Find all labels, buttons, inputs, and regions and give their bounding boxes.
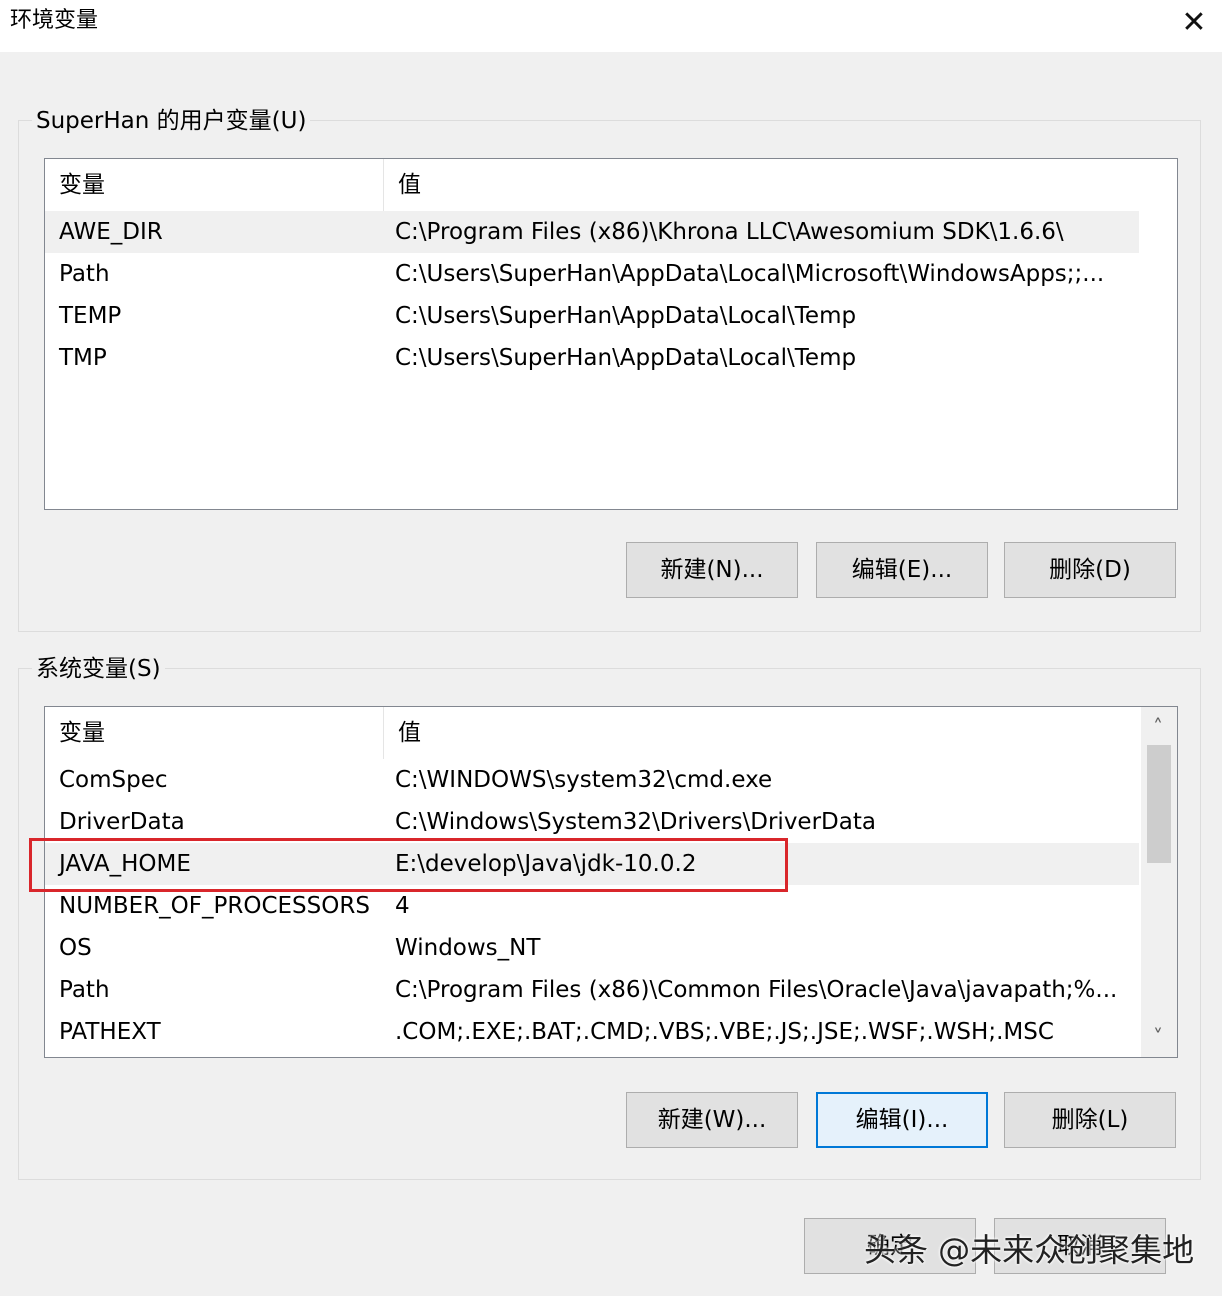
variable-name: Path [59,261,110,287]
scroll-up-icon[interactable]: ˄ [1141,709,1175,745]
system-edit-button[interactable]: 编辑(I)... [816,1092,988,1148]
list-header: 变量 值 [45,707,1139,759]
vertical-scrollbar[interactable]: ˄ ˅ [1141,707,1177,1057]
variable-value: C:\Program Files (x86)\Khrona LLC\Awesom… [395,219,1064,245]
variable-value: .COM;.EXE;.BAT;.CMD;.VBS;.VBE;.JS;.JSE;.… [395,1019,1054,1045]
system-vars-label: 系统变量(S) [32,654,165,684]
column-header-variable[interactable]: 变量 [45,159,383,211]
user-edit-button[interactable]: 编辑(E)... [816,542,988,598]
variable-name: ComSpec [59,767,168,793]
variable-value: C:\Users\SuperHan\AppData\Local\Microsof… [395,261,1105,287]
user-delete-button[interactable]: 删除(D) [1004,542,1176,598]
variable-value: C:\Windows\System32\Drivers\DriverData [395,809,876,835]
variable-value: C:\Program Files (x86)\Common Files\Orac… [395,977,1118,1003]
column-header-variable[interactable]: 变量 [45,707,383,759]
table-row[interactable]: OS Windows_NT [45,927,1139,969]
scroll-down-icon[interactable]: ˅ [1141,1019,1175,1055]
column-header-value[interactable]: 值 [384,707,1139,759]
variable-name: OS [59,935,92,961]
user-vars-label: SuperHan 的用户变量(U) [32,106,311,136]
variable-name: TMP [59,345,107,371]
column-header-value[interactable]: 值 [384,159,1139,211]
system-new-button[interactable]: 新建(W)... [626,1092,798,1148]
watermark-text: 头条 @未来众创聚集地 [864,1231,1195,1269]
user-vars-list[interactable]: 变量 值 AWE_DIR C:\Program Files (x86)\Khro… [44,158,1178,510]
variable-name: PATHEXT [59,1019,161,1045]
variable-value: C:\Users\SuperHan\AppData\Local\Temp [395,303,857,329]
user-new-button[interactable]: 新建(N)... [626,542,798,598]
table-row[interactable]: DriverData C:\Windows\System32\Drivers\D… [45,801,1139,843]
title-bar: 环境变量 ✕ [0,0,1222,52]
table-row[interactable]: TEMP C:\Users\SuperHan\AppData\Local\Tem… [45,295,1139,337]
table-row[interactable]: Path C:\Program Files (x86)\Common Files… [45,969,1139,1011]
variable-name: AWE_DIR [59,219,163,245]
table-row[interactable]: TMP C:\Users\SuperHan\AppData\Local\Temp [45,337,1139,379]
table-row[interactable]: PATHEXT .COM;.EXE;.BAT;.CMD;.VBS;.VBE;.J… [45,1011,1139,1053]
table-row[interactable]: AWE_DIR C:\Program Files (x86)\Khrona LL… [45,211,1139,253]
variable-name: Path [59,977,110,1003]
table-row[interactable]: ComSpec C:\WINDOWS\system32\cmd.exe [45,759,1139,801]
table-row[interactable]: Path C:\Users\SuperHan\AppData\Local\Mic… [45,253,1139,295]
variable-name: DriverData [59,809,185,835]
variable-value: C:\Users\SuperHan\AppData\Local\Temp [395,345,857,371]
list-header: 变量 值 [45,159,1139,211]
system-delete-button[interactable]: 删除(L) [1004,1092,1176,1148]
variable-name: TEMP [59,303,122,329]
variable-value: Windows_NT [395,935,541,961]
scroll-thumb[interactable] [1147,745,1171,863]
close-icon[interactable]: ✕ [1166,0,1222,44]
java-home-highlight [29,838,788,892]
variable-value: C:\WINDOWS\system32\cmd.exe [395,767,773,793]
window-title: 环境变量 [10,8,99,33]
